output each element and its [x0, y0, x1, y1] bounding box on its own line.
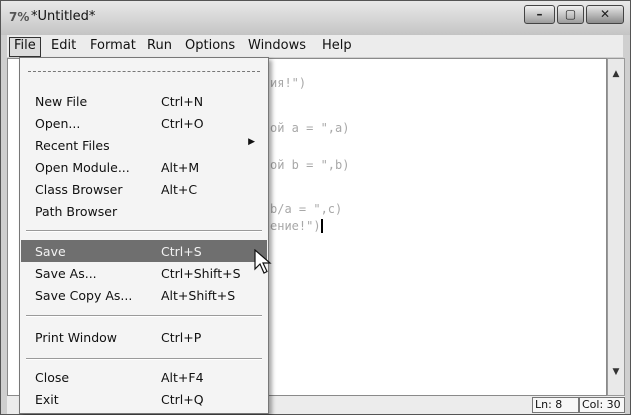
close-button[interactable]: ✕ [586, 5, 624, 24]
code-line: ение!") [270, 219, 323, 233]
code-line: ой b = ",b) [270, 158, 350, 172]
code-line: b/a = ",c) [270, 202, 343, 216]
menu-bar: File Edit Format Run Options Windows Hel… [7, 35, 623, 57]
maximize-icon: ▢ [564, 7, 577, 21]
menu-separator [26, 358, 262, 360]
menu-tearoff[interactable] [28, 71, 260, 72]
menu-item-save-as[interactable]: Save As... Ctrl+Shift+S [21, 262, 267, 284]
menu-options[interactable]: Options [181, 37, 239, 55]
submenu-arrow-icon: ▶ [248, 137, 255, 147]
scroll-down-icon[interactable]: ▼ [608, 367, 624, 377]
menu-item-print-window[interactable]: Print Window Ctrl+P [21, 326, 267, 348]
menu-item-path-browser[interactable]: Path Browser [21, 200, 267, 222]
menu-item-close[interactable]: Close Alt+F4 [21, 366, 267, 388]
menu-format[interactable]: Format [86, 37, 140, 55]
code-line: ия!") [270, 76, 307, 90]
scroll-up-icon[interactable]: ▲ [608, 69, 624, 79]
menu-item-save-copy-as[interactable]: Save Copy As... Alt+Shift+S [21, 284, 267, 306]
menu-file[interactable]: File [9, 37, 41, 57]
code-line: ой a = ",a) [270, 121, 350, 135]
menu-edit[interactable]: Edit [47, 37, 80, 55]
menu-item-open[interactable]: Open... Ctrl+O [21, 112, 267, 134]
minimize-button[interactable]: – [524, 5, 555, 24]
vertical-scrollbar[interactable]: ▲ ▼ [607, 58, 625, 396]
menu-help[interactable]: Help [318, 37, 356, 55]
line-number: Ln: 8 [532, 397, 579, 413]
menu-separator [26, 230, 262, 232]
menu-windows[interactable]: Windows [244, 37, 310, 55]
menu-item-open-module[interactable]: Open Module... Alt+M [21, 156, 267, 178]
window-title: *Untitled* [31, 9, 96, 24]
close-icon: ✕ [599, 7, 611, 21]
menu-item-save[interactable]: Save Ctrl+S [21, 240, 267, 262]
menu-item-class-browser[interactable]: Class Browser Alt+C [21, 178, 267, 200]
python-idle-icon: 7% [9, 10, 30, 24]
column-number: Col: 30 [579, 397, 625, 413]
minimize-icon: – [536, 7, 543, 21]
menu-item-recent-files[interactable]: Recent Files ▶ [21, 134, 267, 156]
mouse-cursor-icon [254, 249, 272, 274]
menu-separator [26, 315, 262, 317]
menu-item-exit[interactable]: Exit Ctrl+Q [21, 388, 267, 410]
menu-item-new-file[interactable]: New File Ctrl+N [21, 90, 267, 112]
menu-run[interactable]: Run [143, 37, 176, 55]
title-bar[interactable]: 7% *Untitled* – ▢ ✕ [1, 1, 630, 35]
maximize-button[interactable]: ▢ [557, 5, 584, 24]
text-caret [320, 219, 323, 233]
file-menu-dropdown: New File Ctrl+N Open... Ctrl+O Recent File… [19, 57, 269, 414]
